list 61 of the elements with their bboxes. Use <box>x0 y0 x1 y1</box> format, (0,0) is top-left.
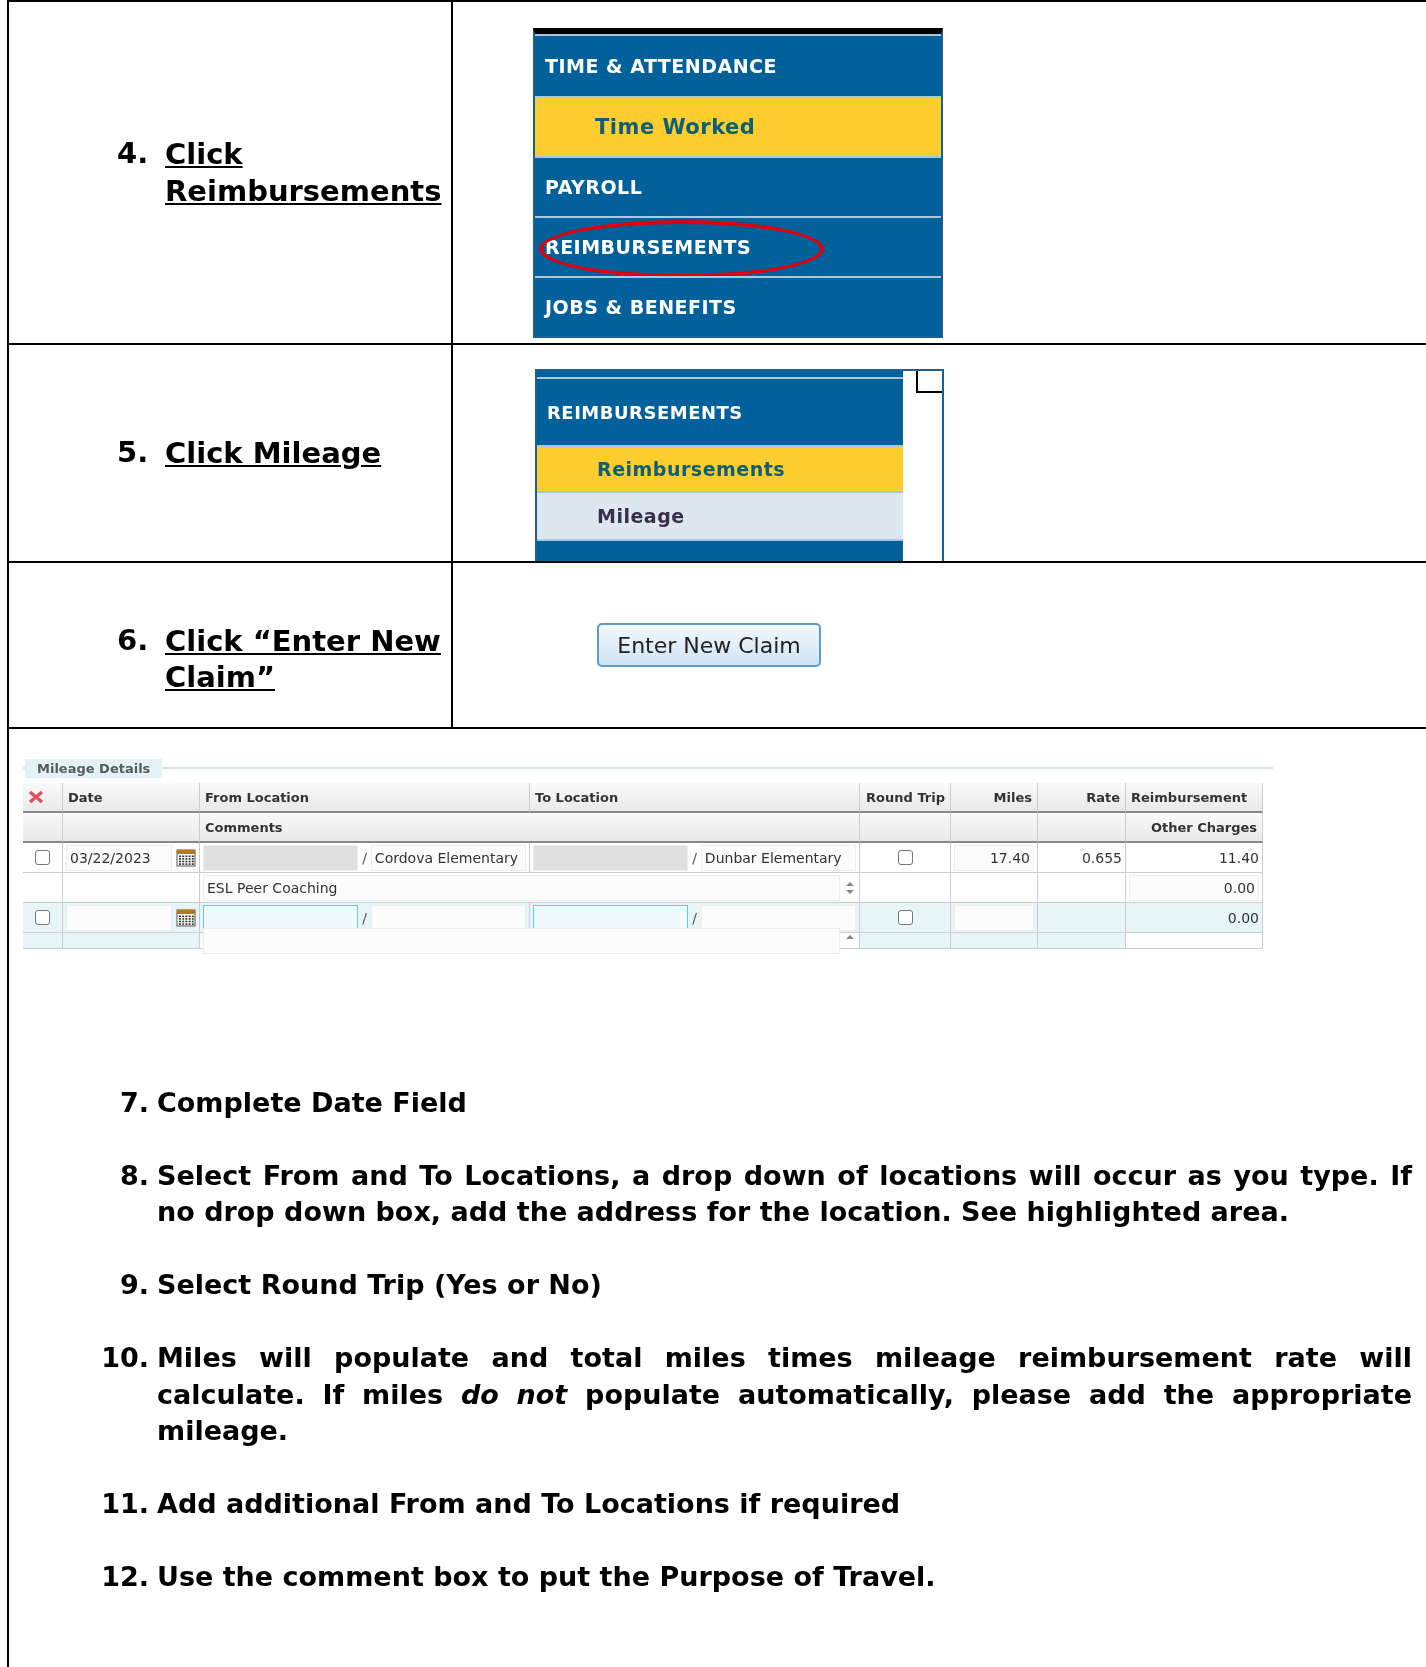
step-number: 5. <box>117 434 150 469</box>
miles-field[interactable]: 17.40 <box>954 844 1034 871</box>
column-header: Date <box>63 783 200 813</box>
column-header: Round Trip <box>860 783 951 813</box>
instruction-text: Select Round Trip (Yes or No) <box>157 1268 603 1303</box>
menu-item[interactable]: Reimbursements <box>537 445 903 491</box>
date-field[interactable]: 03/22/2023 <box>66 844 172 871</box>
rate-value: 0.655 <box>1081 849 1122 866</box>
menu-item[interactable]: Mileage <box>537 491 903 539</box>
calendar-icon[interactable] <box>176 908 196 927</box>
step-number: 11. <box>100 1487 150 1522</box>
enter-new-claim-button[interactable]: Enter New Claim <box>597 623 821 667</box>
spinner-icon[interactable] <box>844 879 856 896</box>
instruction-text: Add additional From and To Locations if required <box>157 1487 902 1522</box>
from-location-field[interactable] <box>370 904 526 931</box>
round-trip-checkbox[interactable] <box>897 850 913 865</box>
separator: / <box>362 909 367 926</box>
menu-item[interactable]: REIMBURSEMENTS <box>535 216 941 276</box>
step-number: 10. <box>100 1340 150 1375</box>
step-text: Click “Enter New Claim” <box>165 622 442 696</box>
from-location-field[interactable]: Cordova Elementary <box>370 844 526 871</box>
comment-field[interactable] <box>203 927 840 954</box>
row-checkbox[interactable] <box>35 850 50 865</box>
row-checkbox[interactable] <box>35 910 50 925</box>
instruction-text: Select From and To Locations, a drop down of locations will occur as you type. If no drop down box, add the address for the location. See highlighted area. <box>157 1158 1412 1230</box>
other-charges-field[interactable]: 0.00 <box>1129 874 1259 901</box>
separator: / <box>362 849 367 866</box>
column-header: Rate <box>1038 783 1126 813</box>
instruction-text: Complete Date Field <box>157 1086 468 1120</box>
to-location-field[interactable] <box>700 904 856 931</box>
menu-item[interactable]: Time Worked <box>535 96 941 156</box>
step-number: 9. <box>118 1268 150 1303</box>
column-header: Miles <box>951 783 1038 813</box>
reimbursement-value: 11.40 <box>1218 849 1259 866</box>
scrollbar-box <box>916 371 942 393</box>
separator: / <box>692 849 697 866</box>
column-header: From Location <box>200 783 530 813</box>
round-trip-checkbox[interactable] <box>897 910 913 925</box>
column-header: Other Charges <box>1126 813 1263 843</box>
location-code-field[interactable] <box>533 904 689 931</box>
to-location-field[interactable]: Dunbar Elementary <box>700 844 856 871</box>
column-header: Reimbursement <box>1126 783 1263 813</box>
date-field[interactable] <box>66 904 172 931</box>
column-header: To Location <box>530 783 860 813</box>
calendar-icon[interactable] <box>176 848 196 867</box>
separator: / <box>692 909 697 926</box>
panel-legend: Mileage Details <box>25 759 163 778</box>
step-text: Click Reimbursements <box>165 136 443 209</box>
step-text: Click Mileage <box>165 434 382 472</box>
step-number: 6. <box>117 622 150 657</box>
column-header: Comments <box>200 813 860 843</box>
step-number: 7. <box>118 1086 150 1120</box>
reimbursement-value: 0.00 <box>1227 909 1259 926</box>
instruction-text: Use the comment box to put the Purpose of Travel. <box>157 1559 937 1594</box>
delete-icon[interactable] <box>28 790 44 804</box>
step-number: 4. <box>117 136 150 171</box>
comment-field[interactable]: ESL Peer Coaching <box>203 874 840 901</box>
location-code-field[interactable] <box>203 904 359 931</box>
instruction-text: Miles will populate and total miles times mileage reimbursement rate will calculate. If miles do not populate automatically, please add the appropriate mileage. <box>157 1340 1412 1449</box>
step-number: 8. <box>118 1158 150 1193</box>
step-number: 12. <box>100 1559 150 1594</box>
